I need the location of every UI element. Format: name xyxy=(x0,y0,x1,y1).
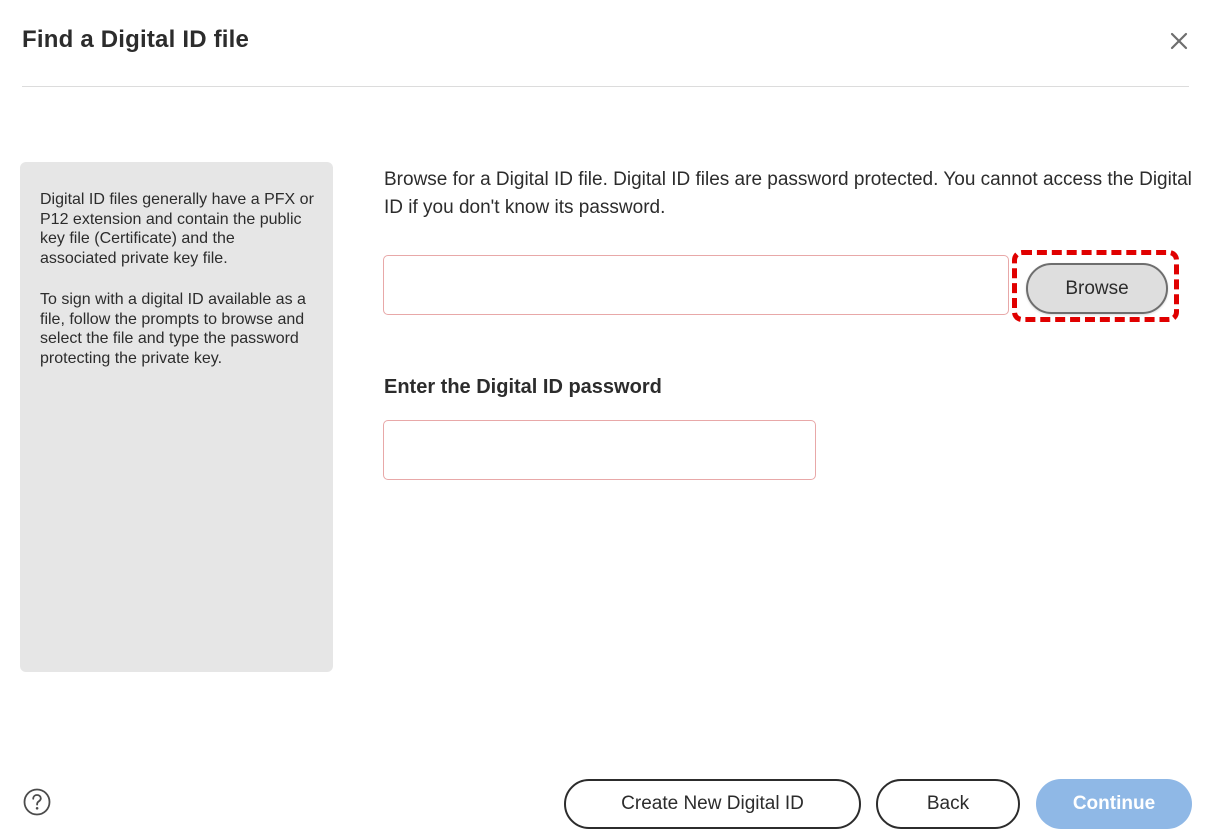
header-divider xyxy=(22,86,1189,87)
file-path-input[interactable] xyxy=(383,255,1009,315)
dialog-title: Find a Digital ID file xyxy=(22,26,250,53)
create-new-digital-id-button[interactable]: Create New Digital ID xyxy=(564,779,861,829)
continue-button[interactable]: Continue xyxy=(1036,779,1192,829)
find-digital-id-dialog: Find a Digital ID file Digital ID files … xyxy=(0,0,1219,834)
browse-instruction: Browse for a Digital ID file. Digital ID… xyxy=(384,169,1192,218)
info-panel: Digital ID files generally have a PFX or… xyxy=(20,162,333,672)
info-paragraph-instructions: To sign with a digital ID available as a… xyxy=(40,291,306,367)
password-label: Enter the Digital ID password xyxy=(384,376,662,398)
password-field[interactable] xyxy=(383,420,816,480)
close-icon[interactable] xyxy=(1166,28,1192,54)
browse-button[interactable]: Browse xyxy=(1026,263,1168,314)
help-icon[interactable] xyxy=(22,787,52,817)
back-button[interactable]: Back xyxy=(876,779,1020,829)
info-paragraph-extension: Digital ID files generally have a PFX or… xyxy=(40,191,314,267)
